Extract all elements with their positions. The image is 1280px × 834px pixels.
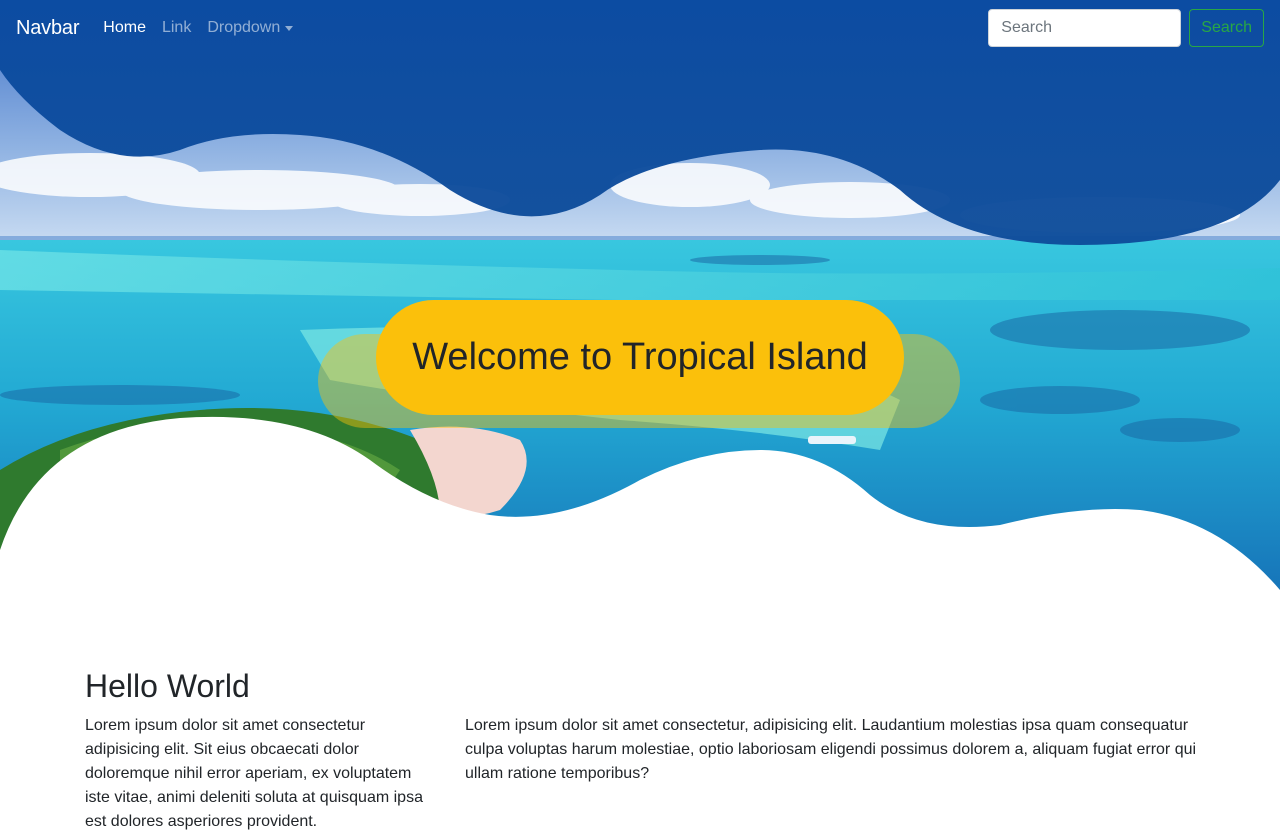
- search-button[interactable]: Search: [1189, 9, 1264, 47]
- hero-title-pill: Welcome to Tropical Island: [376, 300, 904, 415]
- section-heading: Hello World: [85, 668, 250, 704]
- search-input[interactable]: [988, 9, 1182, 47]
- hero-section: Navbar Home Link Dropdown Search Welcome…: [0, 0, 1280, 600]
- nav-dropdown-label: Dropdown: [207, 19, 281, 36]
- hero-title: Welcome to Tropical Island: [412, 336, 868, 378]
- content-section: Hello World Lorem ipsum dolor sit amet c…: [85, 668, 1205, 834]
- nav-link-dropdown[interactable]: Dropdown: [207, 19, 294, 37]
- right-paragraph: Lorem ipsum dolor sit amet consectetur, …: [465, 717, 1197, 782]
- search-form: Search: [988, 9, 1264, 47]
- nav-link-home[interactable]: Home: [103, 19, 146, 37]
- nav-link-link[interactable]: Link: [162, 19, 191, 37]
- navbar: Navbar Home Link Dropdown Search: [0, 0, 1280, 56]
- left-paragraph: Lorem ipsum dolor sit amet consectetur a…: [85, 717, 423, 830]
- navbar-brand[interactable]: Navbar: [16, 17, 79, 40]
- caret-down-icon: [285, 25, 294, 31]
- content-columns: Lorem ipsum dolor sit amet consectetur a…: [85, 714, 1205, 834]
